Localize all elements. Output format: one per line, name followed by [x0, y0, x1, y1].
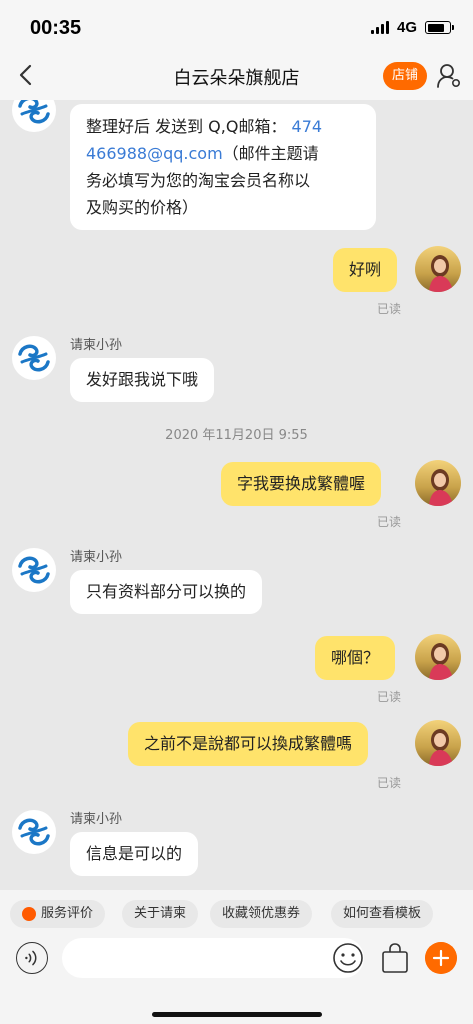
message-text: 好咧 — [349, 260, 382, 279]
message-bubble-outgoing[interactable]: 好咧 — [333, 248, 398, 292]
message-bubble-incoming[interactable]: 信息是可以的 — [70, 832, 199, 876]
quick-reply-coupon[interactable]: 收藏领优惠券 — [210, 900, 313, 928]
user-photo-icon — [415, 246, 461, 292]
email-link[interactable]: 474 — [292, 117, 323, 136]
user-avatar[interactable] — [415, 720, 461, 766]
chip-label: 如何查看模板 — [343, 906, 422, 921]
message-text: 只有资料部分可以换的 — [86, 582, 247, 601]
shopping-bag-icon[interactable] — [380, 942, 410, 974]
quick-reply-bar: 服务评价 关于请柬 收藏领优惠券 如何查看模板 — [0, 890, 473, 936]
user-avatar[interactable] — [415, 634, 461, 680]
cloud-logo-icon — [13, 337, 55, 379]
user-photo-icon — [415, 720, 461, 766]
cloud-logo-icon — [13, 549, 55, 591]
quick-reply-templates[interactable]: 如何查看模板 — [331, 900, 434, 928]
plus-icon[interactable] — [425, 942, 457, 974]
message-text: 之前不是說都可以換成繁體嗎 — [144, 734, 353, 753]
read-status: 已读 — [377, 690, 402, 704]
email-link[interactable]: 466988@qq.com — [86, 144, 223, 163]
message-bubble-outgoing[interactable]: 哪個？ — [315, 636, 396, 680]
message-bubble-outgoing[interactable]: 之前不是說都可以換成繁體嗎 — [128, 722, 369, 766]
signal-icon — [370, 21, 389, 34]
shop-button[interactable]: 店铺 — [383, 62, 427, 90]
message-text: 发好跟我说下哦 — [86, 370, 199, 389]
status-time: 00:35 — [30, 17, 82, 39]
voice-icon[interactable] — [16, 942, 48, 974]
message-text: 整理好后 发送到 Q,Q邮箱： — [86, 117, 287, 136]
message-bubble-incoming[interactable]: 整理好后 发送到 Q,Q邮箱： 474 466988@qq.com（邮件主题请 … — [70, 104, 376, 230]
shop-avatar[interactable] — [12, 548, 56, 592]
message-bubble-incoming[interactable]: 只有资料部分可以换的 — [70, 570, 263, 614]
shop-avatar[interactable] — [12, 336, 56, 380]
shop-avatar[interactable] — [12, 100, 56, 132]
status-bar: 00:35 4G — [0, 0, 473, 52]
person-settings-icon[interactable] — [436, 63, 462, 89]
message-text: 字我要换成繁體喔 — [237, 474, 366, 493]
message-text: 哪個？ — [331, 648, 380, 667]
user-photo-icon — [415, 634, 461, 680]
chip-label: 收藏领优惠券 — [222, 906, 301, 921]
read-status: 已读 — [377, 515, 402, 529]
battery-icon — [425, 21, 454, 34]
message-text: 务必填写为您的淘宝会员名称以 — [86, 171, 311, 190]
message-input[interactable] — [62, 938, 364, 978]
shop-avatar[interactable] — [12, 810, 56, 854]
home-indicator — [152, 1012, 322, 1017]
cloud-logo-icon — [13, 100, 55, 131]
chip-label: 关于请柬 — [134, 906, 187, 921]
user-photo-icon — [415, 460, 461, 506]
rating-icon — [22, 907, 36, 921]
sender-name: 请柬小孙 — [70, 812, 123, 827]
user-avatar[interactable] — [415, 460, 461, 506]
nav-bar: 白云朵朵旗舰店 店铺 — [0, 52, 473, 100]
message-text: 及购买的价格） — [86, 198, 199, 217]
input-bar — [0, 936, 473, 1024]
read-status: 已读 — [377, 776, 402, 790]
sender-name: 请柬小孙 — [70, 550, 123, 565]
sender-name: 请柬小孙 — [70, 338, 123, 353]
emoji-icon[interactable] — [332, 942, 364, 974]
chat-area[interactable]: 整理好后 发送到 Q,Q邮箱： 474 466988@qq.com（邮件主题请 … — [0, 100, 473, 890]
chip-label: 服务评价 — [41, 906, 94, 921]
message-text: 信息是可以的 — [86, 844, 183, 863]
network-label: 4G — [396, 19, 417, 36]
status-icons: 4G — [370, 19, 454, 36]
read-status: 已读 — [377, 302, 402, 316]
cloud-logo-icon — [13, 811, 55, 853]
quick-reply-about[interactable]: 关于请柬 — [122, 900, 199, 928]
message-bubble-outgoing[interactable]: 字我要换成繁體喔 — [221, 462, 382, 506]
message-bubble-incoming[interactable]: 发好跟我说下哦 — [70, 358, 215, 402]
quick-reply-service-rating[interactable]: 服务评价 — [10, 900, 106, 928]
user-avatar[interactable] — [415, 246, 461, 292]
chat-timestamp: 2020 年11月20日 9:55 — [165, 428, 308, 443]
message-text: （邮件主题请 — [222, 144, 319, 163]
